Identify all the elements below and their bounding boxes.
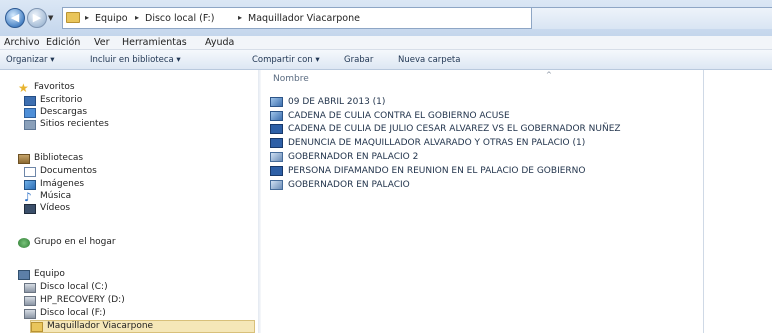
breadcrumb-separator[interactable]: ▸ [85,13,89,22]
videos-icon [24,204,36,214]
column-header-name[interactable]: Nombre [273,74,309,84]
menu-bar: Archivo Edición Ver Herramientas Ayuda [0,36,772,50]
breadcrumb-item[interactable]: Maquillador Viacarpone [248,13,360,24]
share-with-button[interactable]: Compartir con ▾ [252,55,320,65]
folder-icon [66,12,80,23]
menu-edicion[interactable]: Edición [46,37,80,48]
menu-ver[interactable]: Ver [94,37,110,48]
word-document-icon [270,124,283,134]
recent-places-icon [24,120,36,130]
desktop-icon [24,96,36,106]
sort-arrow-icon: ^ [546,71,552,79]
drive-icon [24,283,36,293]
include-in-library-button[interactable]: Incluir en biblioteca ▾ [90,55,181,65]
back-arrow-icon[interactable]: ◀ [5,8,25,28]
breadcrumb-item[interactable]: Disco local (F:) [145,13,214,24]
forward-arrow-icon[interactable]: ▶ [27,8,47,28]
chevron-down-icon[interactable]: ▼ [48,14,53,22]
menu-herramientas[interactable]: Herramientas [122,37,187,48]
drive-icon [24,309,36,319]
new-folder-button[interactable]: Nueva carpeta [398,55,460,65]
image-file-icon [270,97,283,107]
homegroup-icon [18,238,30,248]
search-box-area[interactable] [532,7,772,29]
music-icon: ♪ [24,190,32,204]
documents-icon [24,167,36,177]
address-bar: ◀ ▶ ▼ ▸ Equipo ▸ Disco local (F:) ▸ Maqu… [0,0,772,36]
breadcrumb-separator[interactable]: ▸ [135,13,139,22]
downloads-icon [24,108,36,118]
address-field[interactable]: ▸ Equipo ▸ Disco local (F:) ▸ Maquillado… [62,7,532,29]
navigation-pane: ★ Favoritos Escritorio Descargas Sitios … [0,70,258,333]
libraries-icon [18,154,30,164]
jpeg-file-icon [270,152,283,162]
file-list: Nombre ^ 09 DE ABRIL 2013 (1) CADENA DE … [261,70,703,333]
word-document-icon [270,138,283,148]
breadcrumb-item[interactable]: Equipo [95,13,128,24]
breadcrumb-separator[interactable]: ▸ [238,13,242,22]
organize-button[interactable]: Organizar ▾ [6,55,55,65]
menu-ayuda[interactable]: Ayuda [205,37,234,48]
drive-icon [24,296,36,306]
jpeg-file-icon [270,180,283,190]
star-icon: ★ [18,81,29,95]
word-document-icon [270,166,283,176]
computer-icon [18,270,30,280]
folder-icon [31,322,43,332]
burn-button[interactable]: Grabar [344,55,373,65]
preview-pane [703,70,772,333]
image-file-icon [270,111,283,121]
command-bar: Organizar ▾ Incluir en biblioteca ▾ Comp… [0,50,772,70]
pictures-icon [24,180,36,190]
nav-item-current-folder[interactable]: Maquillador Viacarpone [30,320,255,333]
menu-archivo[interactable]: Archivo [4,37,40,48]
